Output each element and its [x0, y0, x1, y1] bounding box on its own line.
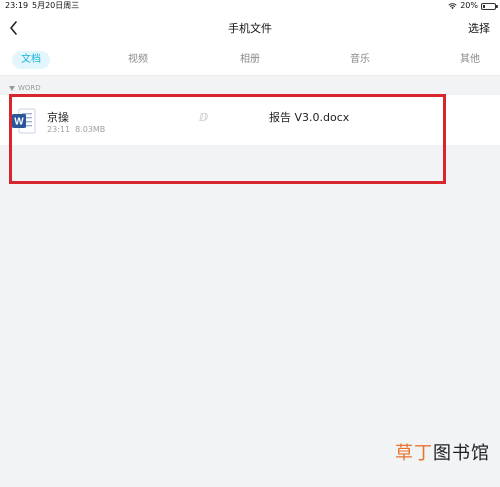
tab-other[interactable]: 其他 [460, 51, 480, 69]
battery-icon [481, 2, 498, 10]
page-title: 手机文件 [228, 22, 272, 35]
tab-music[interactable]: 音乐 [350, 51, 370, 69]
caret-down-icon [9, 85, 15, 91]
status-time: 23:19 [5, 1, 29, 10]
status-date: 5月20日周三 [32, 1, 80, 10]
category-tabs: 文档 视频 相册 音乐 其他 [0, 44, 500, 76]
battery-fill [483, 4, 485, 8]
select-button[interactable]: 选择 [468, 20, 490, 36]
phone-files-screen: 23:19 5月20日周三 20% 手机文件 选择 文档 视频 相册 音乐 其他 [0, 0, 500, 487]
status-indicators: 20% [448, 0, 498, 12]
battery-percent: 20% [460, 1, 478, 10]
watermark-rest: 图书馆 [433, 443, 490, 464]
watermark: 草丁图书馆 [395, 439, 490, 465]
tab-documents[interactable]: 文档 [12, 51, 50, 69]
tab-albums[interactable]: 相册 [240, 51, 260, 69]
wifi-icon [448, 3, 457, 10]
section-header-word[interactable]: WORD [9, 84, 41, 92]
tab-videos[interactable]: 视频 [128, 51, 148, 69]
nav-bar: 手机文件 选择 [0, 12, 500, 44]
section-label: WORD [18, 84, 41, 92]
status-bar: 23:19 5月20日周三 20% [0, 0, 500, 12]
watermark-accent: 草丁 [395, 443, 433, 464]
highlight-annotation-box [9, 94, 446, 184]
